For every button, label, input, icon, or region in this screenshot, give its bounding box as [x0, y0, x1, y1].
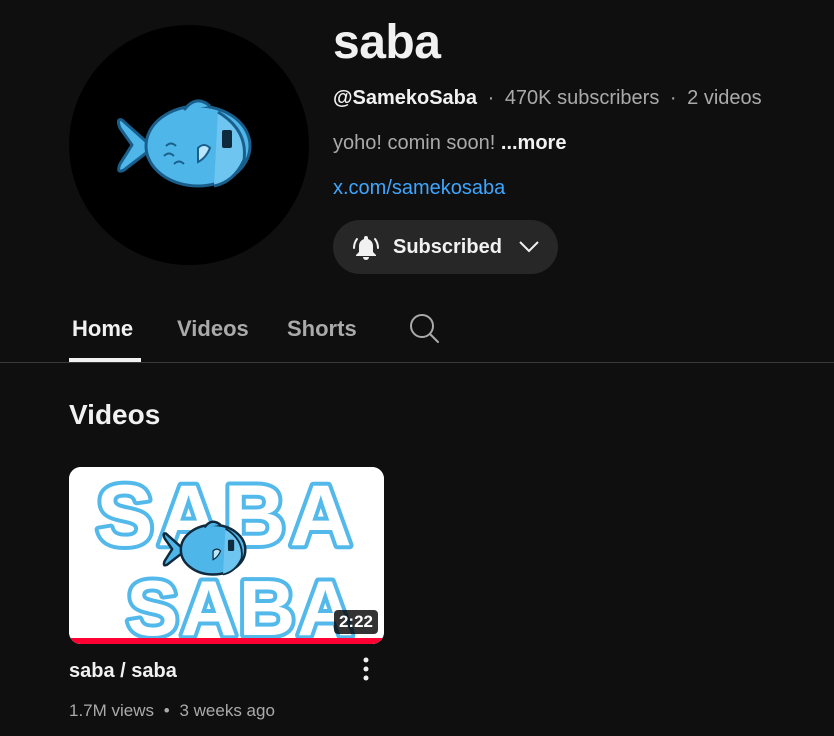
channel-avatar [69, 25, 309, 265]
channel-info: saba @SamekoSaba · 470K subscribers · 2 … [333, 14, 762, 200]
video-meta: 1.7M views • 3 weeks ago [69, 700, 275, 722]
channel-tabs: Home Videos Shorts [0, 295, 834, 363]
tab-videos[interactable]: Videos [177, 315, 249, 343]
tab-shorts[interactable]: Shorts [287, 315, 357, 343]
subscribed-button[interactable]: Subscribed [333, 220, 558, 274]
view-count: 1.7M views [69, 701, 155, 720]
meta-separator: · [669, 87, 677, 109]
channel-description[interactable]: yoho! comin soon! ...more [333, 131, 762, 155]
duration-badge: 2:22 [333, 610, 378, 634]
bell-icon [353, 236, 379, 260]
channel-meta: @SamekoSaba · 470K subscribers · 2 video… [333, 86, 762, 110]
channel-handle: @SamekoSaba [333, 87, 478, 109]
fish-icon [116, 99, 252, 188]
chevron-down-icon [519, 241, 539, 253]
subscriber-count: 470K subscribers [504, 87, 660, 109]
subscribed-label: Subscribed [393, 235, 502, 258]
more-vert-icon[interactable] [354, 655, 378, 683]
description-text: yoho! comin soon! [333, 132, 496, 154]
channel-external-link[interactable]: x.com/samekosaba [333, 176, 762, 200]
meta-separator: · [487, 87, 495, 109]
video-thumbnail[interactable]: SABA SABA SABA SABA 2:22 [69, 467, 384, 644]
video-count: 2 videos [687, 87, 762, 109]
more-link[interactable]: ...more [501, 132, 567, 154]
meta-separator: • [163, 701, 170, 720]
search-icon[interactable] [408, 312, 440, 344]
section-title: Videos [69, 399, 161, 430]
channel-title: saba [333, 16, 441, 69]
thumbnail-text-bottom-fill: SABA [126, 564, 355, 644]
video-title[interactable]: saba / saba [69, 659, 177, 683]
active-tab-indicator [69, 358, 141, 362]
watch-progress-bar [69, 638, 384, 644]
tab-home[interactable]: Home [72, 315, 133, 343]
upload-age: 3 weeks ago [179, 701, 275, 720]
